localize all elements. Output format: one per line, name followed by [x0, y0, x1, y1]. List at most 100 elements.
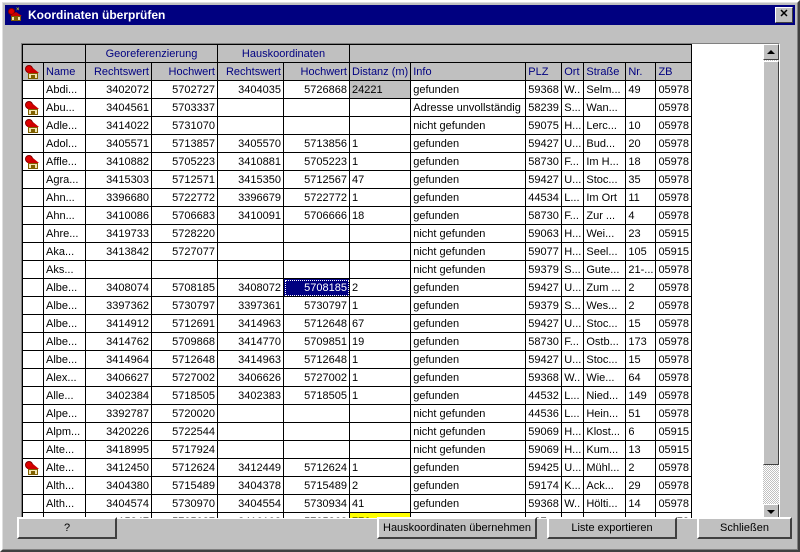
- column-header-info[interactable]: Info: [410, 62, 527, 81]
- cell-name[interactable]: Albe...: [43, 314, 86, 333]
- cell-name[interactable]: Albe...: [43, 332, 86, 351]
- cell-geo_hw[interactable]: 5728220: [151, 224, 218, 243]
- cell-str[interactable]: Bud...: [583, 134, 627, 153]
- cell-info[interactable]: gefunden: [410, 314, 527, 333]
- row-marker-cell[interactable]: [22, 368, 44, 387]
- row-marker-cell[interactable]: [22, 296, 44, 315]
- cell-nr[interactable]: 49: [625, 80, 657, 99]
- cell-zb[interactable]: 05978: [655, 152, 693, 171]
- cell-zb[interactable]: 05978: [655, 134, 693, 153]
- cell-name[interactable]: Albe...: [43, 296, 86, 315]
- cell-nr[interactable]: 13: [625, 440, 657, 459]
- column-header-plz[interactable]: PLZ: [525, 62, 563, 81]
- cell-geo_hw[interactable]: 5722772: [151, 188, 218, 207]
- cell-nr[interactable]: 23: [625, 224, 657, 243]
- cell-dist[interactable]: 2: [348, 278, 412, 297]
- row-marker-cell[interactable]: [22, 98, 44, 117]
- cell-info[interactable]: gefunden: [410, 278, 527, 297]
- cell-ort[interactable]: F...: [561, 206, 585, 225]
- cell-dist[interactable]: 19: [348, 332, 412, 351]
- cell-nr[interactable]: 4: [625, 206, 657, 225]
- cell-plz[interactable]: 59379: [525, 296, 563, 315]
- cell-zb[interactable]: 05978: [655, 332, 693, 351]
- cell-dist[interactable]: [348, 116, 412, 135]
- cell-geo_rw[interactable]: 3415303: [85, 170, 152, 189]
- cell-info[interactable]: gefunden: [410, 134, 527, 153]
- cell-name[interactable]: Abdi...: [43, 80, 86, 99]
- column-header-zb[interactable]: ZB: [655, 62, 693, 81]
- cell-geo_rw[interactable]: 3404561: [85, 98, 152, 117]
- cell-geo_rw[interactable]: 3419733: [85, 224, 152, 243]
- table-row[interactable]: Alpm... 3420226 5722544 nicht gefunden 59069…: [22, 422, 693, 441]
- cell-info[interactable]: gefunden: [410, 458, 527, 477]
- cell-dist[interactable]: [348, 440, 412, 459]
- cell-hk_hw[interactable]: [283, 116, 350, 135]
- table-row[interactable]: Albe... 3414912 5712691 3414963 5712648 67 gef…: [22, 314, 693, 333]
- cell-str[interactable]: Ack...: [583, 476, 627, 495]
- cell-hk_hw[interactable]: [283, 242, 350, 261]
- cell-name[interactable]: Abu...: [43, 98, 86, 117]
- cell-hk_hw[interactable]: 5718505: [283, 386, 350, 405]
- cell-zb[interactable]: 05915: [655, 422, 693, 441]
- cell-name[interactable]: Alpe...: [43, 404, 86, 423]
- cell-nr[interactable]: [625, 98, 657, 117]
- cell-geo_hw[interactable]: 5712571: [151, 170, 218, 189]
- cell-zb[interactable]: 05978: [655, 296, 693, 315]
- cell-geo_rw[interactable]: 3392787: [85, 404, 152, 423]
- cell-info[interactable]: gefunden: [410, 206, 527, 225]
- cell-geo_hw[interactable]: 5703337: [151, 98, 218, 117]
- cell-ort[interactable]: L...: [561, 404, 585, 423]
- cell-hk_hw[interactable]: 5726868: [283, 80, 350, 99]
- cell-info[interactable]: gefunden: [410, 332, 527, 351]
- cell-hk_hw[interactable]: 5727002: [283, 368, 350, 387]
- cell-info[interactable]: nicht gefunden: [410, 242, 527, 261]
- row-marker-cell[interactable]: [22, 440, 44, 459]
- cell-name[interactable]: Adle...: [43, 116, 86, 135]
- cell-ort[interactable]: H...: [561, 116, 585, 135]
- cell-nr[interactable]: 64: [625, 368, 657, 387]
- cell-nr[interactable]: 29: [625, 476, 657, 495]
- column-header-dist[interactable]: Distanz (m): [348, 62, 412, 81]
- cell-plz[interactable]: 59075: [525, 116, 563, 135]
- cell-plz[interactable]: 58730: [525, 152, 563, 171]
- cell-str[interactable]: Lerc...: [583, 116, 627, 135]
- scroll-up-button[interactable]: [763, 44, 779, 60]
- cell-dist[interactable]: 1: [348, 350, 412, 369]
- cell-str[interactable]: Wei...: [583, 224, 627, 243]
- cell-name[interactable]: Ahn...: [43, 188, 86, 207]
- cell-plz[interactable]: 44536: [525, 404, 563, 423]
- close-button[interactable]: Schließen: [697, 517, 792, 539]
- cell-geo_rw[interactable]: 3405571: [85, 134, 152, 153]
- cell-nr[interactable]: 10: [625, 116, 657, 135]
- cell-zb[interactable]: 05978: [655, 458, 693, 477]
- cell-nr[interactable]: 51: [625, 404, 657, 423]
- cell-ort[interactable]: H...: [561, 242, 585, 261]
- cell-zb[interactable]: 05978: [655, 116, 693, 135]
- cell-nr[interactable]: 6: [625, 422, 657, 441]
- cell-hk_rw[interactable]: 3406626: [217, 368, 284, 387]
- cell-str[interactable]: Stoc...: [583, 170, 627, 189]
- cell-hk_rw[interactable]: 3402383: [217, 386, 284, 405]
- cell-hk_hw[interactable]: 5730797: [283, 296, 350, 315]
- cell-geo_hw[interactable]: [151, 260, 218, 279]
- cell-geo_rw[interactable]: 3412450: [85, 458, 152, 477]
- close-icon[interactable]: ✕: [775, 7, 793, 23]
- table-row[interactable]: Abu... 3404561 5703337 Adresse unvollständi…: [22, 98, 693, 117]
- cell-zb[interactable]: 05978: [655, 386, 693, 405]
- row-marker-cell[interactable]: [22, 458, 44, 477]
- cell-geo_rw[interactable]: 3414022: [85, 116, 152, 135]
- cell-plz[interactable]: 59063: [525, 224, 563, 243]
- cell-geo_rw[interactable]: 3408074: [85, 278, 152, 297]
- cell-hk_hw[interactable]: 5712648: [283, 314, 350, 333]
- cell-str[interactable]: Zum ...: [583, 278, 627, 297]
- cell-plz[interactable]: 59174: [525, 476, 563, 495]
- cell-ort[interactable]: U...: [561, 314, 585, 333]
- table-row[interactable]: Alte... 3412450 5712624 3412449 5712624 1 gefu…: [22, 458, 693, 477]
- cell-dist[interactable]: [348, 242, 412, 261]
- cell-plz[interactable]: 59427: [525, 134, 563, 153]
- cell-hk_rw[interactable]: 3396679: [217, 188, 284, 207]
- cell-dist[interactable]: [348, 404, 412, 423]
- cell-geo_hw[interactable]: 5712648: [151, 350, 218, 369]
- cell-hk_hw[interactable]: 5715489: [283, 476, 350, 495]
- cell-hk_rw[interactable]: [217, 404, 284, 423]
